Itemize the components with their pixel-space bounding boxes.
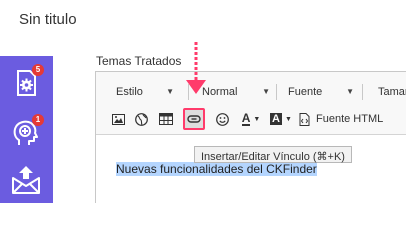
notification-badge: 1	[32, 114, 44, 126]
rich-text-editor: Estilo ▼ Normal ▼ Fuente ▼ Tamaño	[95, 71, 406, 203]
font-combo-label: Fuente	[288, 86, 323, 98]
editor-toolbar: Estilo ▼ Normal ▼ Fuente ▼ Tamaño	[96, 72, 406, 135]
smiley-icon	[215, 112, 229, 126]
style-combo[interactable]: Estilo ▼	[116, 84, 174, 100]
image-icon	[111, 113, 125, 125]
font-combo[interactable]: Fuente ▼	[288, 84, 354, 100]
background-color-icon: A	[270, 113, 282, 125]
size-combo[interactable]: Tamaño	[378, 84, 406, 100]
source-icon	[299, 112, 310, 126]
sidebar-item-settings-document[interactable]: 5	[11, 64, 44, 98]
size-combo-label: Tamaño	[378, 86, 406, 98]
toolbar-divider	[276, 84, 277, 100]
background-color-button[interactable]: A ▼	[268, 111, 294, 127]
sidebar: 5 1	[0, 56, 53, 203]
chevron-down-icon: ▼	[285, 115, 292, 123]
annotation-arrow-icon	[186, 42, 206, 94]
chevron-down-icon: ▼	[253, 115, 261, 123]
chevron-down-icon: ▼	[262, 87, 270, 96]
notification-badge: 5	[32, 64, 44, 76]
link-button[interactable]	[183, 108, 205, 130]
format-combo[interactable]: Normal ▼	[202, 84, 270, 100]
table-icon	[159, 113, 173, 125]
page-title: Sin titulo	[19, 11, 77, 28]
text-color-button[interactable]: A ▼	[238, 111, 264, 127]
globe-icon	[134, 112, 148, 126]
editor-label: Temas Tratados	[96, 54, 182, 68]
source-html-label: Fuente HTML	[316, 113, 384, 125]
sidebar-item-envelope-upload[interactable]	[11, 164, 41, 194]
link-button-tooltip: Insertar/Editar Vínculo (⌘+K)	[194, 146, 352, 163]
page: Sin titulo 5 1 Temas Tratados Estilo ▼ N…	[0, 0, 406, 203]
link-icon	[187, 115, 201, 123]
source-html-button[interactable]: Fuente HTML	[299, 111, 389, 127]
text-color-icon: A	[241, 111, 251, 126]
image-button[interactable]	[110, 111, 126, 127]
smiley-button[interactable]	[214, 111, 230, 127]
globe-button[interactable]	[133, 111, 149, 127]
chevron-down-icon: ▼	[166, 87, 174, 96]
style-combo-label: Estilo	[116, 86, 143, 98]
envelope-upload-icon	[12, 166, 40, 194]
sidebar-item-head-plus[interactable]: 1	[11, 114, 44, 148]
table-button[interactable]	[158, 111, 174, 127]
chevron-down-icon: ▼	[346, 87, 354, 96]
toolbar-divider	[362, 84, 363, 100]
